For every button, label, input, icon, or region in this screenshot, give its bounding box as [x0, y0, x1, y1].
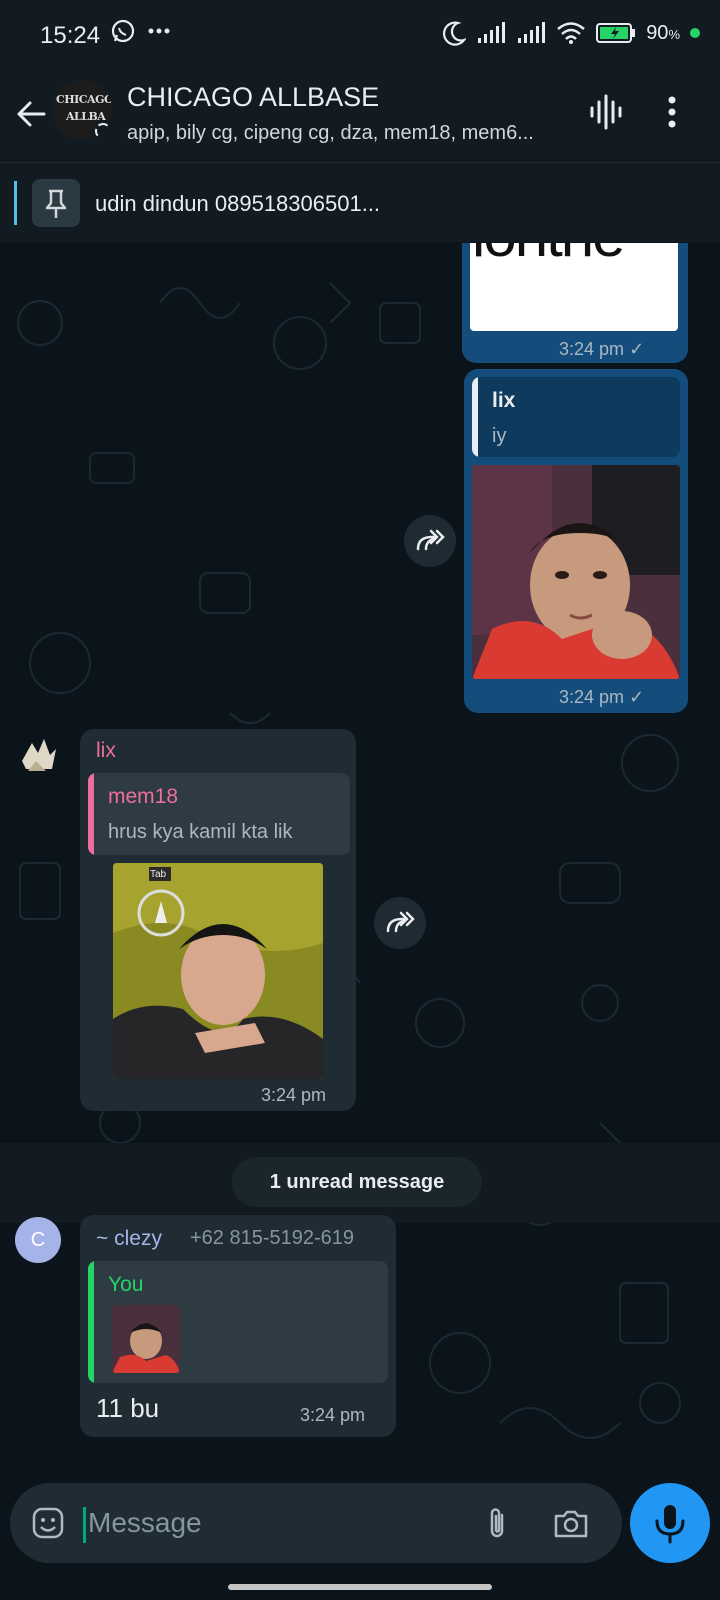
group-logo: CHICAGO ALLBA	[56, 93, 112, 123]
status-ring-icon	[92, 120, 112, 140]
sender-avatar[interactable]	[16, 731, 62, 777]
quote-bar	[472, 377, 478, 457]
message-time: 3:24 pm ✓	[559, 687, 645, 707]
quote-text: hrus kya kamil kta lik	[108, 821, 293, 843]
photo-overlay-label: Tab	[150, 869, 167, 880]
message-time: 3:24 pm	[300, 1405, 366, 1425]
message-image[interactable]: ionthe	[470, 243, 678, 331]
quote-thumbnail	[112, 1305, 180, 1373]
chat-area[interactable]: ionthe 3:24 pm ✓ lix iy 3:24 pm ✓	[0, 243, 720, 1483]
mic-icon[interactable]	[630, 1483, 710, 1563]
emoji-icon[interactable]	[30, 1505, 66, 1541]
moon-icon	[442, 20, 467, 46]
pinned-text: udin dindun 089518306501...	[95, 191, 381, 216]
more-notifications-icon	[148, 28, 170, 34]
quote-author: lix	[492, 389, 516, 412]
sender-name[interactable]: lix	[96, 739, 116, 763]
battery-icon	[596, 22, 636, 44]
unread-count-label: 1 unread message	[232, 1157, 482, 1207]
sent-check-icon: ✓	[629, 687, 645, 707]
quote-author: You	[108, 1273, 144, 1296]
message-bubble-incoming[interactable]: ~ clezy +62 815-5192-619 You 11 bu 3:24 …	[80, 1215, 396, 1437]
sender-phone: +62 815-5192-619	[190, 1227, 355, 1249]
forward-icon[interactable]	[374, 897, 426, 949]
more-vertical-icon[interactable]	[662, 92, 682, 132]
forward-icon[interactable]	[404, 515, 456, 567]
attach-icon[interactable]	[480, 1505, 516, 1541]
message-text: 11 bu	[96, 1393, 160, 1423]
message-time: 3:24 pm ✓	[559, 339, 645, 359]
chat-header: CHICAGO ALLBA CHICAGO ALLBASE apip, bily…	[0, 70, 720, 162]
message-input[interactable]	[88, 1501, 468, 1545]
unread-divider: 1 unread message	[0, 1143, 720, 1223]
privacy-indicator	[690, 28, 700, 38]
sender-avatar[interactable]: C	[15, 1217, 61, 1263]
signal-2-icon	[516, 22, 546, 44]
wifi-icon	[556, 21, 586, 45]
status-system-icons: 90%	[442, 20, 700, 46]
voice-chat-icon[interactable]	[588, 94, 624, 130]
message-image[interactable]	[472, 465, 680, 679]
quoted-message[interactable]: mem18 hrus kya kamil kta lik	[88, 773, 350, 855]
text-caret	[83, 1507, 86, 1543]
message-bubble-incoming[interactable]: lix mem18 hrus kya kamil kta lik Tab 3:2…	[80, 729, 356, 1111]
pinned-message-bar[interactable]: udin dindun 089518306501...	[0, 162, 720, 242]
back-arrow-icon[interactable]	[12, 94, 52, 134]
message-bubble-outgoing[interactable]: ionthe 3:24 pm ✓	[462, 243, 688, 363]
message-time: 3:24 pm	[261, 1085, 327, 1105]
quote-bar	[88, 773, 94, 855]
image-text: ionthe	[472, 243, 625, 270]
quoted-message[interactable]: You	[88, 1261, 388, 1383]
camera-icon[interactable]	[552, 1505, 590, 1541]
whatsapp-icon	[110, 18, 136, 44]
sent-check-icon: ✓	[629, 339, 645, 359]
group-members[interactable]: apip, bily cg, cipeng cg, dza, mem18, me…	[127, 122, 577, 145]
home-indicator[interactable]	[228, 1584, 492, 1590]
group-avatar[interactable]: CHICAGO ALLBA	[52, 80, 112, 140]
sender-name[interactable]: ~ clezy	[96, 1227, 162, 1251]
pin-icon	[32, 179, 80, 227]
pinned-indicator	[14, 181, 17, 225]
quote-bar	[88, 1261, 94, 1383]
message-bubble-outgoing[interactable]: lix iy 3:24 pm ✓	[464, 369, 688, 713]
battery-percent: 90%	[646, 21, 680, 44]
signal-1-icon	[476, 22, 506, 44]
status-notifications	[110, 18, 170, 44]
quote-author: mem18	[108, 785, 179, 808]
status-bar: 15:24 90%	[0, 0, 720, 70]
message-image[interactable]: Tab	[113, 863, 323, 1079]
message-composer	[10, 1483, 622, 1563]
quoted-message[interactable]: lix iy	[472, 377, 680, 457]
group-title[interactable]: CHICAGO ALLBASE	[127, 82, 379, 113]
quote-text: iy	[492, 425, 507, 447]
status-time: 15:24	[40, 22, 101, 49]
